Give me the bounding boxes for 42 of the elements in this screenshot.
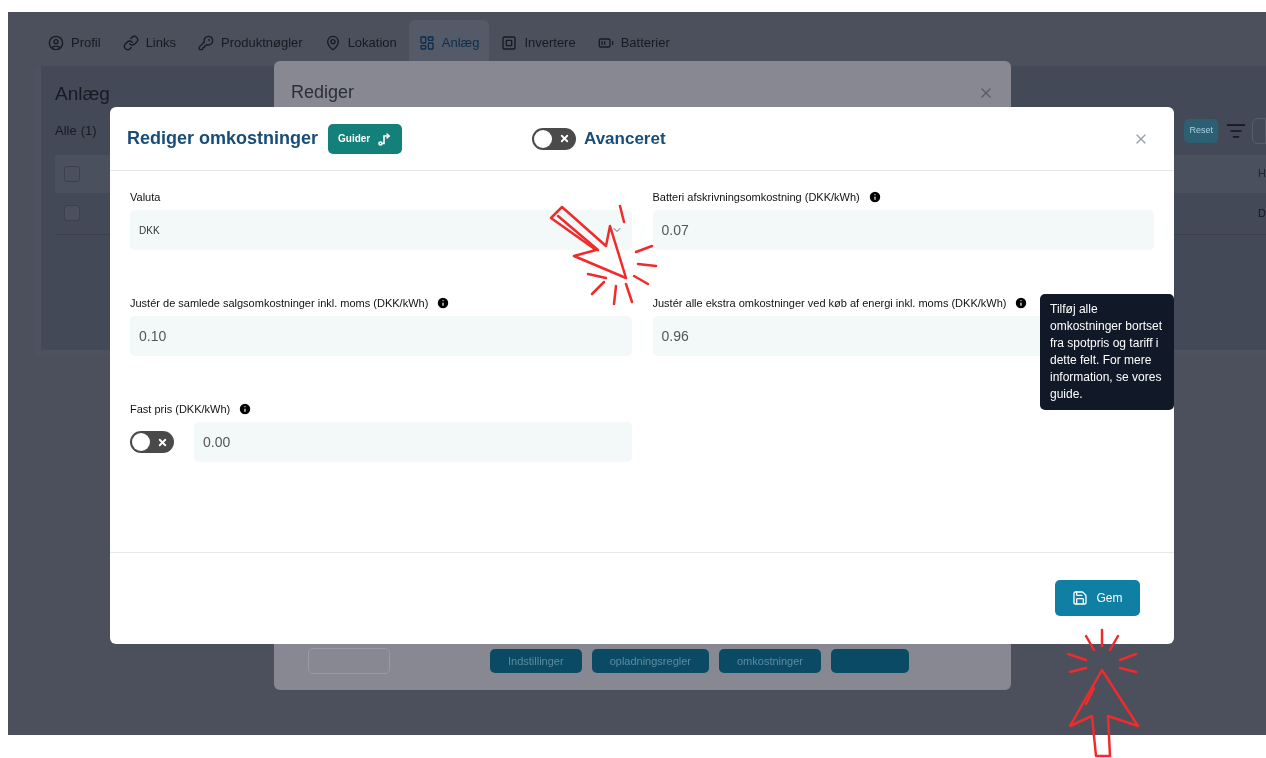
tab[interactable]: Profil [38, 20, 111, 66]
field-label: Valuta [130, 189, 161, 205]
dialog-button[interactable]: opladningsregler [591, 649, 709, 673]
toggle-switch[interactable] [130, 431, 174, 453]
field-label: Batteri afskrivningsomkostning (DKK/kWh) [652, 189, 860, 205]
input-field[interactable]: 0.10 [130, 316, 632, 356]
tab-icon [418, 35, 435, 51]
tab[interactable]: Links [112, 20, 186, 66]
save-button[interactable]: Gem [1055, 580, 1140, 616]
x-icon [157, 436, 168, 448]
tab-icon [597, 35, 614, 51]
field-label: Justér alle ekstra omkostninger ved køb af energi inkl. moms (DKK/kWh) [652, 295, 1007, 311]
tooltip: Tilføj alle omkostninger bortset fra spotpris og tariff i dette felt. For mere information, se vores guide. [1040, 294, 1174, 410]
input-field[interactable]: 0.07 [652, 210, 1154, 250]
input-field[interactable]: 0.00 [194, 422, 632, 462]
tab-icon [122, 35, 139, 51]
reset-button[interactable]: Reset [1184, 118, 1218, 143]
x-icon [559, 133, 570, 144]
select-field[interactable]: DKK [130, 210, 632, 250]
info-icon[interactable] [1014, 296, 1029, 310]
tab-icon [501, 35, 518, 51]
tab[interactable]: Lokation [314, 20, 407, 66]
info-icon[interactable] [867, 190, 882, 204]
info-icon[interactable] [436, 296, 451, 310]
toggle-label: Avanceret [584, 127, 666, 150]
field-label: Fast pris (DKK/kWh) [130, 401, 231, 417]
modal-title: Rediger omkostninger [127, 127, 319, 150]
info-icon[interactable] [238, 402, 253, 416]
tab[interactable]: Batterier [587, 20, 680, 66]
tab-icon [198, 35, 214, 51]
tab[interactable]: Invertere [491, 20, 586, 66]
icon-button[interactable] [831, 649, 910, 673]
dialog-button[interactable]: Indstillinger [490, 649, 582, 673]
route-icon [378, 131, 393, 146]
dialog-title: Rediger [291, 81, 355, 104]
tab-icon [48, 35, 64, 51]
dialog-button[interactable]: omkostninger [719, 649, 822, 673]
field-label: Justér de samlede salgsomkostninger inkl. moms (DKK/kWh) [130, 295, 429, 311]
toggle-switch[interactable] [532, 127, 576, 150]
tab-icon [324, 35, 341, 51]
tab[interactable]: Produktnøgler [188, 20, 313, 66]
guide-button[interactable]: Guider [328, 123, 403, 154]
